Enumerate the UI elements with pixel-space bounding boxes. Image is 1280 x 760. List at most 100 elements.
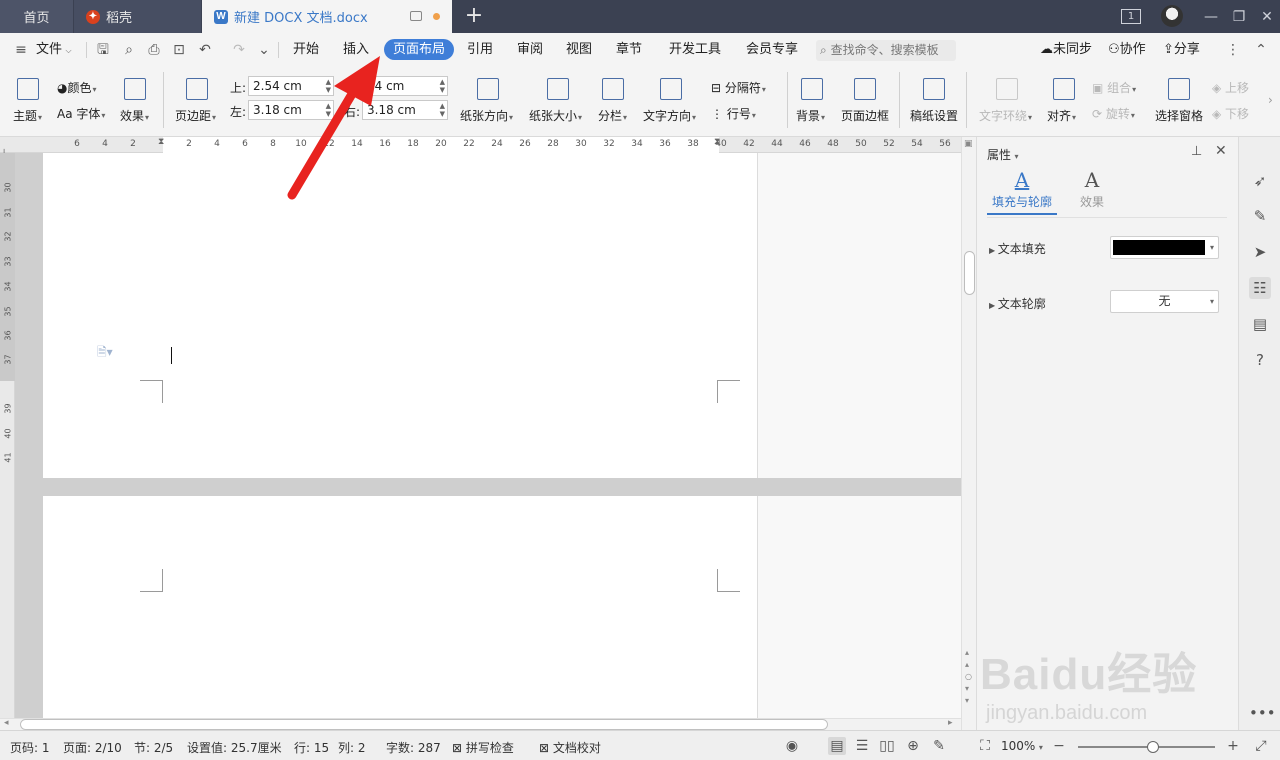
horizontal-ruler[interactable]: 642 2 4 6 8 10 12 14 16 18 20 22 24 26 28 30 32 34 36 38 40…: [0, 137, 976, 153]
restore-button[interactable]: ❐: [1224, 0, 1254, 33]
tab-developer[interactable]: 开发工具: [669, 39, 721, 60]
tab-document[interactable]: W 新建 DOCX 文档.docx: [202, 0, 452, 33]
scroll-left-icon[interactable]: ◂: [4, 718, 9, 728]
status-setting[interactable]: 设置值: 25.7厘米: [187, 739, 282, 756]
horizontal-scroll-thumb[interactable]: [20, 719, 828, 730]
tab-references[interactable]: 引用: [467, 39, 493, 60]
zoom-out-icon[interactable]: −: [1050, 737, 1068, 755]
window-layout-icon[interactable]: 1: [1121, 9, 1141, 24]
margins-icon[interactable]: [186, 78, 208, 100]
scroll-up-icon[interactable]: ▣: [964, 139, 973, 149]
document-proof-button[interactable]: ⊠ 文档校对: [539, 739, 601, 756]
fullscreen-icon[interactable]: ⤢: [1252, 737, 1270, 755]
status-pages[interactable]: 页面: 2/10: [63, 739, 122, 756]
file-menu[interactable]: 文件 ⌵: [36, 39, 72, 60]
selection-pane-button[interactable]: 选择窗格: [1155, 107, 1203, 124]
theme-icon[interactable]: [17, 78, 39, 100]
paper-size-icon[interactable]: [547, 78, 569, 100]
right-margin-input[interactable]: 3.18 cm ▲ ▼: [362, 100, 448, 120]
save-icon[interactable]: 🖫: [94, 41, 112, 59]
text-outline-select[interactable]: 无 ▾: [1110, 290, 1219, 313]
pin-icon[interactable]: ⊥: [1191, 144, 1202, 159]
tab-review[interactable]: 审阅: [517, 39, 543, 60]
outline-view-icon[interactable]: ☰: [853, 737, 871, 755]
page-view-icon[interactable]: ▤: [828, 737, 846, 755]
undo-icon[interactable]: ↶: [196, 41, 214, 59]
eye-protection-icon[interactable]: ◉: [783, 737, 801, 755]
command-search-input[interactable]: ⌕ 查找命令、搜索模板: [816, 40, 956, 61]
text-fill-color-select[interactable]: ▾: [1110, 236, 1219, 259]
orientation-button[interactable]: 纸张方向▾: [460, 107, 513, 124]
zoom-level[interactable]: 100% ▾: [1001, 739, 1043, 753]
user-avatar[interactable]: [1161, 5, 1183, 27]
page-2[interactable]: [43, 496, 961, 718]
margins-button[interactable]: 页边距▾: [175, 107, 216, 124]
share-button[interactable]: ⇪分享: [1163, 39, 1200, 60]
top-margin-input[interactable]: 2.54 cm ▲ ▼: [248, 76, 334, 96]
tab-home[interactable]: 首页: [0, 0, 73, 33]
effect-icon[interactable]: [124, 78, 146, 100]
document-canvas[interactable]: 🗎▾: [15, 153, 961, 718]
write-view-icon[interactable]: ✎: [930, 737, 948, 755]
manuscript-icon[interactable]: [923, 78, 945, 100]
paragraph-layout-icon[interactable]: 🗎▾: [97, 343, 113, 364]
effect-button[interactable]: 效果▾: [120, 107, 149, 124]
pen-icon[interactable]: ✎: [1249, 205, 1271, 227]
text-fill-row[interactable]: ▶ 文本填充: [989, 240, 1046, 257]
tab-fill-outline[interactable]: A 填充与轮廓: [987, 167, 1057, 215]
clipboard-icon[interactable]: ▤: [1249, 313, 1271, 335]
columns-button[interactable]: 分栏▾: [598, 107, 627, 124]
minimize-button[interactable]: —: [1196, 0, 1226, 33]
theme-button[interactable]: 主题▾: [13, 107, 42, 124]
spin-up-icon[interactable]: ▲: [440, 103, 445, 110]
page-1[interactable]: 🗎▾: [43, 153, 961, 478]
collaborate-button[interactable]: ⚇协作: [1108, 39, 1146, 60]
monitor-icon[interactable]: [410, 11, 422, 21]
align-icon[interactable]: [1053, 78, 1075, 100]
zoom-in-icon[interactable]: +: [1224, 737, 1242, 755]
spin-down-icon[interactable]: ▼: [440, 111, 445, 118]
reading-view-icon[interactable]: ▯▯: [878, 737, 896, 755]
spell-check-button[interactable]: ⊠ 拼写检查: [452, 739, 514, 756]
selection-pane-icon[interactable]: [1168, 78, 1190, 100]
orientation-icon[interactable]: [477, 78, 499, 100]
spin-down-icon[interactable]: ▼: [326, 87, 331, 94]
spin-down-icon[interactable]: ▼: [440, 87, 445, 94]
hamburger-menu-icon[interactable]: ≡: [12, 41, 30, 59]
status-page-number[interactable]: 页码: 1: [10, 739, 50, 756]
spin-up-icon[interactable]: ▲: [440, 79, 445, 86]
ribbon-scroll-right-icon[interactable]: ›: [1268, 93, 1273, 107]
align-button[interactable]: 对齐▾: [1047, 107, 1076, 124]
close-panel-icon[interactable]: ✕: [1215, 143, 1227, 159]
left-margin-input[interactable]: 3.18 cm ▲ ▼: [248, 100, 334, 120]
page-nav-icons[interactable]: ▴ ▴ ○ ▾ ▾: [965, 647, 972, 707]
print-icon[interactable]: ⎙: [145, 41, 163, 59]
tab-chapter[interactable]: 章节: [616, 39, 642, 60]
tab-start[interactable]: 开始: [293, 39, 319, 60]
more-options-icon[interactable]: ⋮: [1224, 41, 1242, 59]
right-indent-marker-icon[interactable]: ⧗: [714, 137, 720, 147]
page-border-button[interactable]: 页面边框: [841, 107, 889, 124]
paper-size-button[interactable]: 纸张大小▾: [529, 107, 582, 124]
tab-page-layout[interactable]: 页面布局: [384, 39, 455, 60]
horizontal-scrollbar[interactable]: ◂ ▸: [0, 718, 961, 730]
breaks-button[interactable]: ⊟ 分隔符▾: [711, 79, 766, 96]
background-button[interactable]: 背景▾: [796, 107, 825, 124]
close-window-button[interactable]: ✕: [1252, 0, 1280, 33]
tab-member[interactable]: 会员专享: [746, 39, 798, 60]
new-tab-button[interactable]: +: [462, 3, 486, 29]
text-direction-button[interactable]: 文字方向▾: [643, 107, 696, 124]
background-icon[interactable]: [801, 78, 823, 100]
pointer-icon[interactable]: ➤: [1249, 241, 1271, 263]
sync-button[interactable]: ☁未同步: [1040, 39, 1092, 60]
indent-marker-icon[interactable]: ⧗: [158, 137, 164, 147]
bottom-margin-input[interactable]: 54 cm ▲ ▼: [362, 76, 448, 96]
vertical-scroll-thumb[interactable]: [964, 251, 975, 295]
fit-window-icon[interactable]: ⛶: [976, 737, 994, 755]
spin-up-icon[interactable]: ▲: [326, 103, 331, 110]
help-icon[interactable]: ?: [1249, 349, 1271, 371]
properties-toggle-icon[interactable]: ☷: [1249, 277, 1271, 299]
text-outline-row[interactable]: ▶ 文本轮廓: [989, 295, 1046, 312]
text-direction-icon[interactable]: [660, 78, 682, 100]
columns-icon[interactable]: [602, 78, 624, 100]
